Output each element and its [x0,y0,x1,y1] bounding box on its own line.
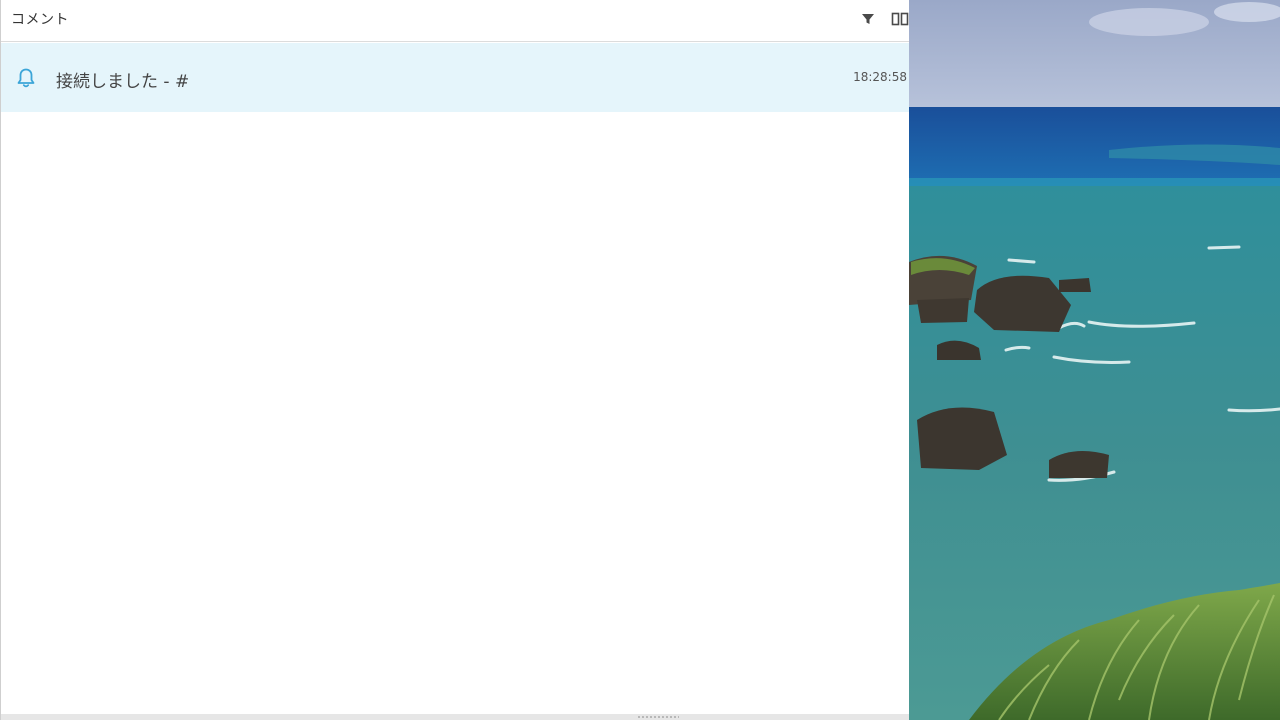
app-root: コメント 接続しました - # 18:28:58 [0,0,1280,720]
panel-header: コメント [1,0,909,42]
filter-icon[interactable] [859,10,877,28]
columns-icon[interactable] [891,10,909,28]
background-photo [909,0,1280,720]
comment-time: 18:28:58 [853,70,907,84]
panel-title: コメント [11,12,69,28]
comment-panel: コメント 接続しました - # 18:28:58 [0,0,909,720]
scrollbar-grip[interactable] [637,715,679,719]
horizontal-scrollbar[interactable] [1,714,909,720]
header-toolbar [859,10,909,28]
ocean-coast-photo [909,0,1280,720]
comment-row[interactable]: 接続しました - # 18:28:58 [1,43,909,112]
bell-icon [14,66,38,90]
comment-text: 接続しました - # [56,72,190,92]
